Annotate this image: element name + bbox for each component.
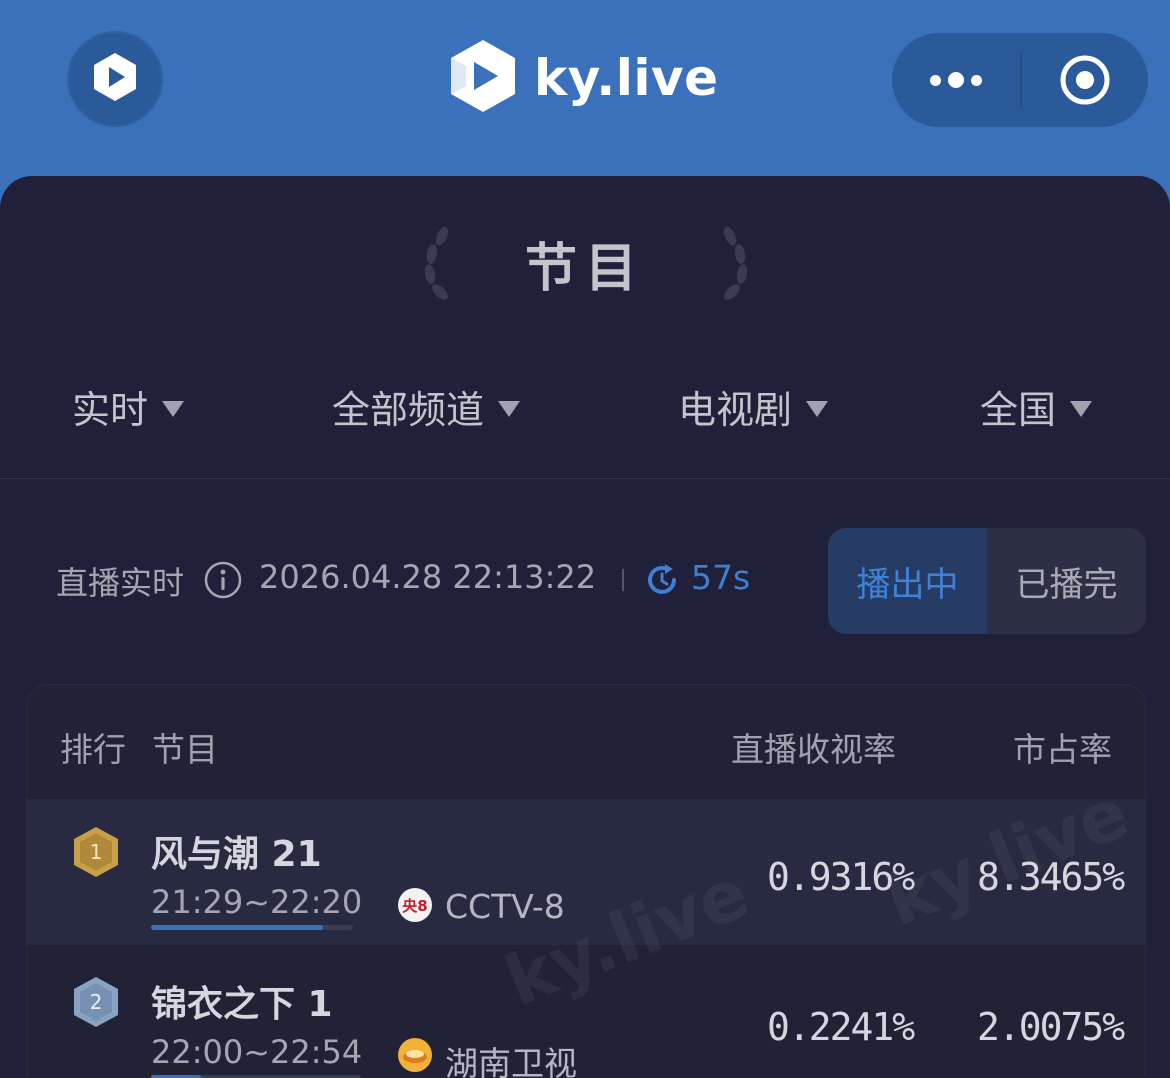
refresh-timer-icon[interactable] [645,563,679,601]
tab-finished[interactable]: 已播完 [987,528,1146,634]
filter-label: 电视剧 [678,388,793,432]
channel-name: 湖南卫视 [445,1044,577,1078]
filter-channel-dropdown[interactable]: 全部频道 [332,379,521,434]
info-icon[interactable] [204,561,242,603]
header-rank: 排行 [60,730,126,769]
target-circle-icon[interactable] [1022,33,1148,127]
rank-number: 1 [90,840,103,864]
filter-label: 实时 [72,388,149,432]
app-home-button[interactable] [67,31,163,127]
filter-region-dropdown[interactable]: 全国 [980,379,1093,434]
timestamp: 2026.04.28 22:13:22 [259,558,597,596]
laurel-right-icon [712,224,752,308]
rating-value: 0.9316% [767,855,915,899]
program-name: 锦衣之下 1 [151,984,333,1025]
program-name: 风与潮 21 [151,834,322,875]
header-share[interactable]: 市占率 [1013,723,1112,771]
broadcast-status-toggle: 播出中 已播完 [828,528,1146,634]
filter-bar: 实时 全部频道 电视剧 全国 [0,371,1170,451]
filter-time-dropdown[interactable]: 实时 [72,379,185,434]
main-panel: 节目 实时 全部频道 电视剧 全国 直播实时 2026.04.28 22:13:… [0,176,1170,1078]
ranking-table: 排行 节目 直播收视率 市占率 1 风与潮 21 21:29~22:20 央8 [26,684,1146,1078]
rank-silver-badge-icon: 2 [71,975,121,1033]
filter-genre-dropdown[interactable]: 电视剧 [678,379,829,434]
brand-logo-icon [448,38,518,118]
filter-label: 全部频道 [332,388,485,432]
header-program: 节目 [152,730,218,769]
program-time: 21:29~22:20 [151,883,363,921]
more-dots-icon[interactable] [892,33,1020,127]
table-row[interactable]: 1 风与潮 21 21:29~22:20 央8 CCTV-8 0.9316% 8… [27,799,1145,945]
brand: ky.live [448,40,719,116]
program-time: 22:00~22:54 [151,1033,363,1071]
progress-track [151,925,353,930]
cctv8-logo-icon: 央8 [397,887,433,927]
table-row[interactable]: 2 锦衣之下 1 22:00~22:54 湖南卫视 0.2241% 2.0075… [27,949,1145,1078]
share-value: 2.0075% [977,1005,1125,1049]
title-row: 节目 [0,216,1170,306]
filter-label: 全国 [980,388,1057,432]
caret-down-icon [806,400,829,417]
caret-down-icon [498,400,521,417]
mini-program-capsule [892,33,1148,127]
divider [0,478,1170,479]
tab-on-air[interactable]: 播出中 [828,528,987,634]
refresh-countdown: 57s [691,558,751,597]
progress-fill [151,925,323,930]
caret-down-icon [1070,400,1093,417]
caret-down-icon [162,400,185,417]
share-value: 8.3465% [977,855,1125,899]
rating-value: 0.2241% [767,1005,915,1049]
header-rating[interactable]: 直播收视率 [731,723,896,771]
brand-name: ky.live [534,49,719,107]
status-row: 直播实时 2026.04.28 22:13:22 57s 播出中 已播完 [0,526,1170,636]
channel-name: CCTV-8 [445,887,565,926]
channel-badge-text: 央8 [402,897,427,915]
top-bar: ky.live [0,0,1170,176]
kylive-logo-icon [88,50,142,108]
hunan-tv-logo-icon [397,1037,433,1077]
separator [622,569,624,591]
rank-gold-badge-icon: 1 [71,825,121,883]
live-label: 直播实时 [56,564,185,602]
rank-number: 2 [90,990,103,1014]
page-title: 节目 [524,239,645,299]
